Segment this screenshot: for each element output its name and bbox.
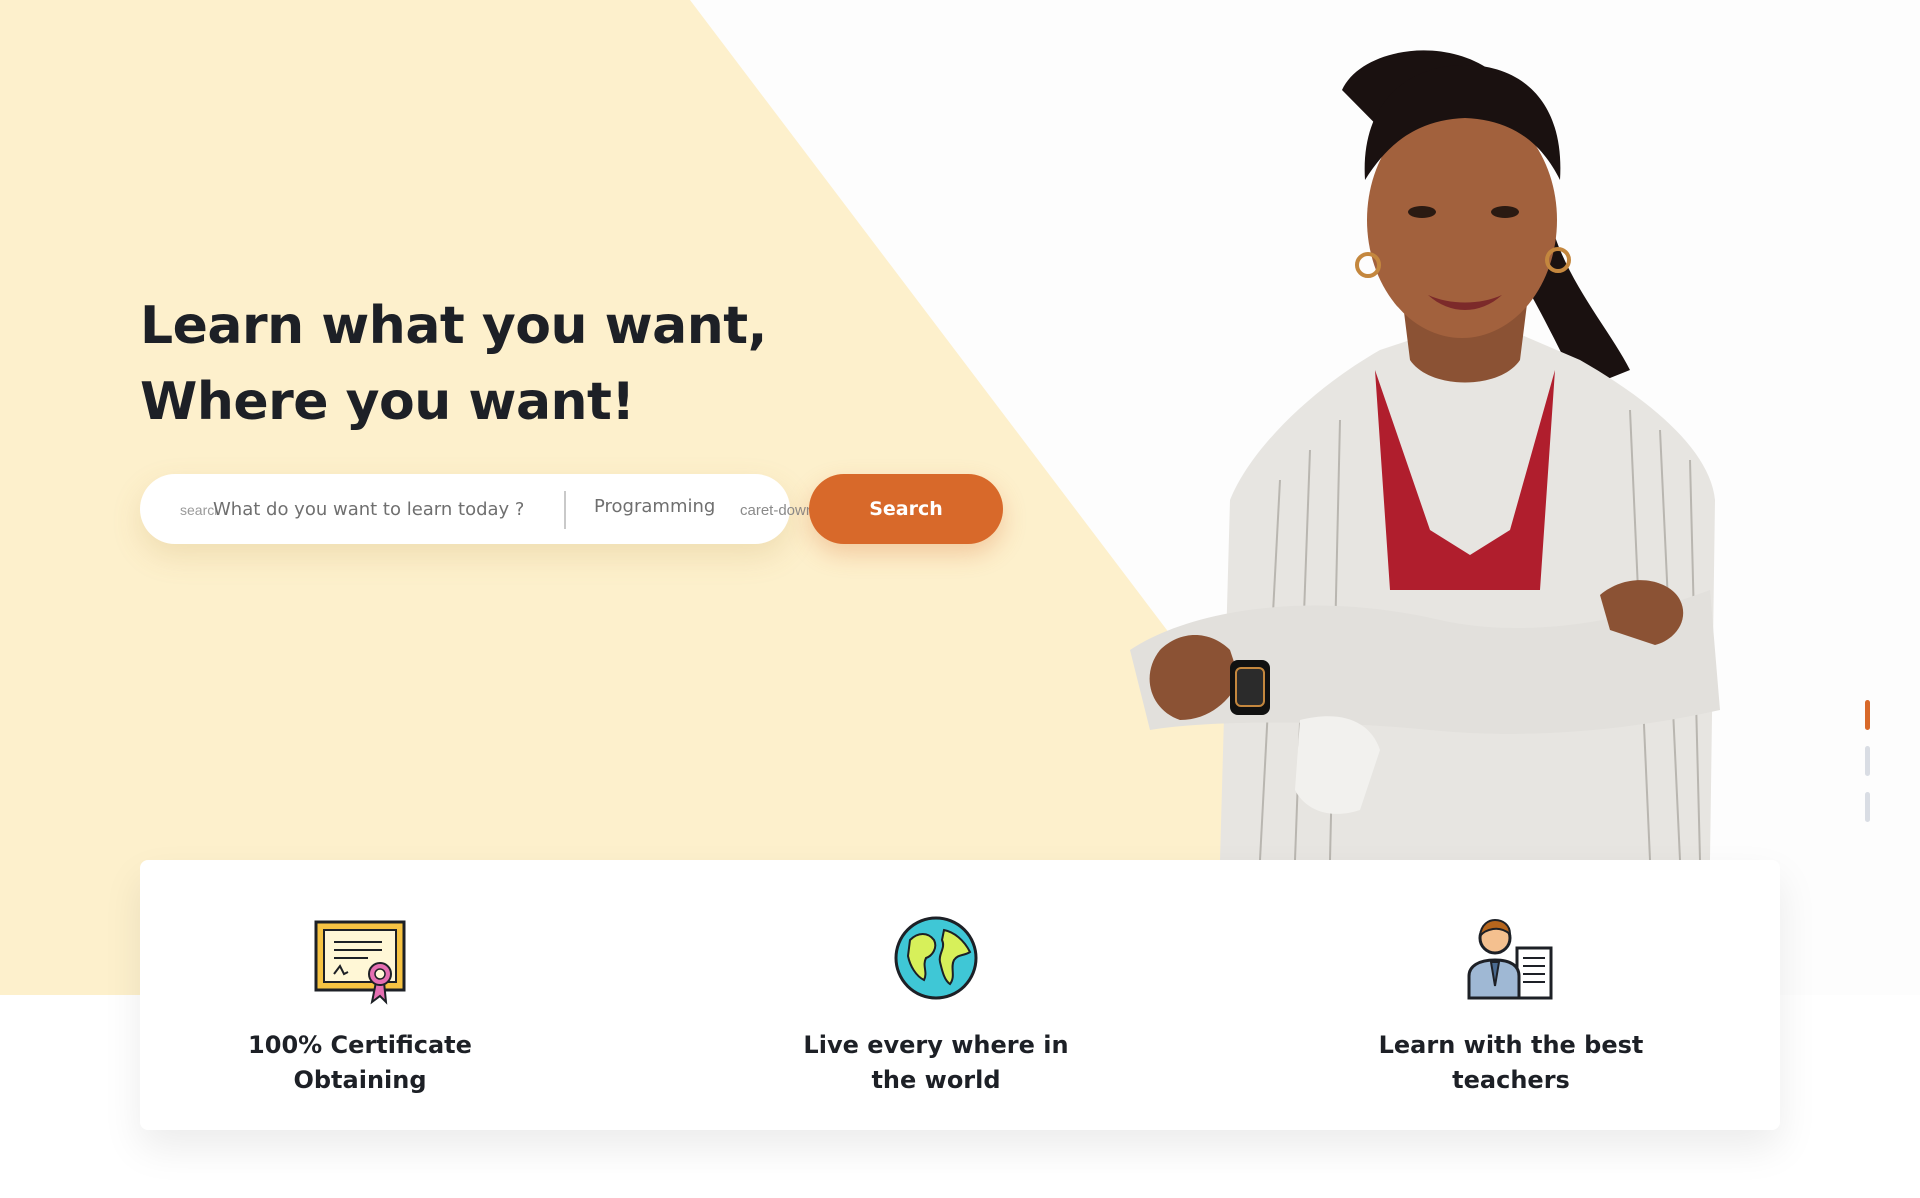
feature-label-worldwide-line-2: the world xyxy=(871,1066,1001,1094)
feature-label-certificate-line-2: Obtaining xyxy=(293,1066,427,1094)
slider-dot-1[interactable] xyxy=(1865,700,1870,730)
hero-headline: Learn what you want, Where you want! xyxy=(140,288,900,440)
feature-label-worldwide-line-1: Live every where in xyxy=(803,1031,1069,1059)
feature-label-teachers-line-2: teachers xyxy=(1452,1066,1570,1094)
feature-teachers: Learn with the best teachers xyxy=(1351,910,1671,1098)
search-icon[interactable]: search xyxy=(180,502,216,518)
feature-label-certificate-line-1: 100% Certificate xyxy=(248,1031,472,1059)
search-input[interactable] xyxy=(213,492,523,526)
slider-indicator xyxy=(1865,700,1871,838)
slider-dot-2[interactable] xyxy=(1865,746,1870,776)
slider-dot-3[interactable] xyxy=(1865,792,1870,822)
hero-title-line-1: Learn what you want, xyxy=(140,296,767,356)
hero-title-line-2: Where you want! xyxy=(140,372,635,432)
feature-label-teachers-line-1: Learn with the best xyxy=(1378,1031,1644,1059)
teacher-icon xyxy=(1467,918,1553,1000)
hero-person-image xyxy=(1130,50,1720,860)
search-button[interactable]: Search xyxy=(809,474,1003,544)
feature-certificate: 100% Certificate Obtaining xyxy=(200,910,520,1098)
features-card: 100% Certificate Obtaining Live every wh… xyxy=(140,860,1780,1130)
certificate-icon xyxy=(314,920,406,1005)
category-select[interactable]: Programming xyxy=(594,496,715,517)
search-bar: search Programming caret-down xyxy=(140,474,814,544)
feature-worldwide: Live every where in the world xyxy=(776,910,1096,1098)
search-divider xyxy=(564,491,566,529)
caret-down-icon[interactable]: caret-down xyxy=(740,502,820,519)
globe-icon xyxy=(894,916,978,1000)
